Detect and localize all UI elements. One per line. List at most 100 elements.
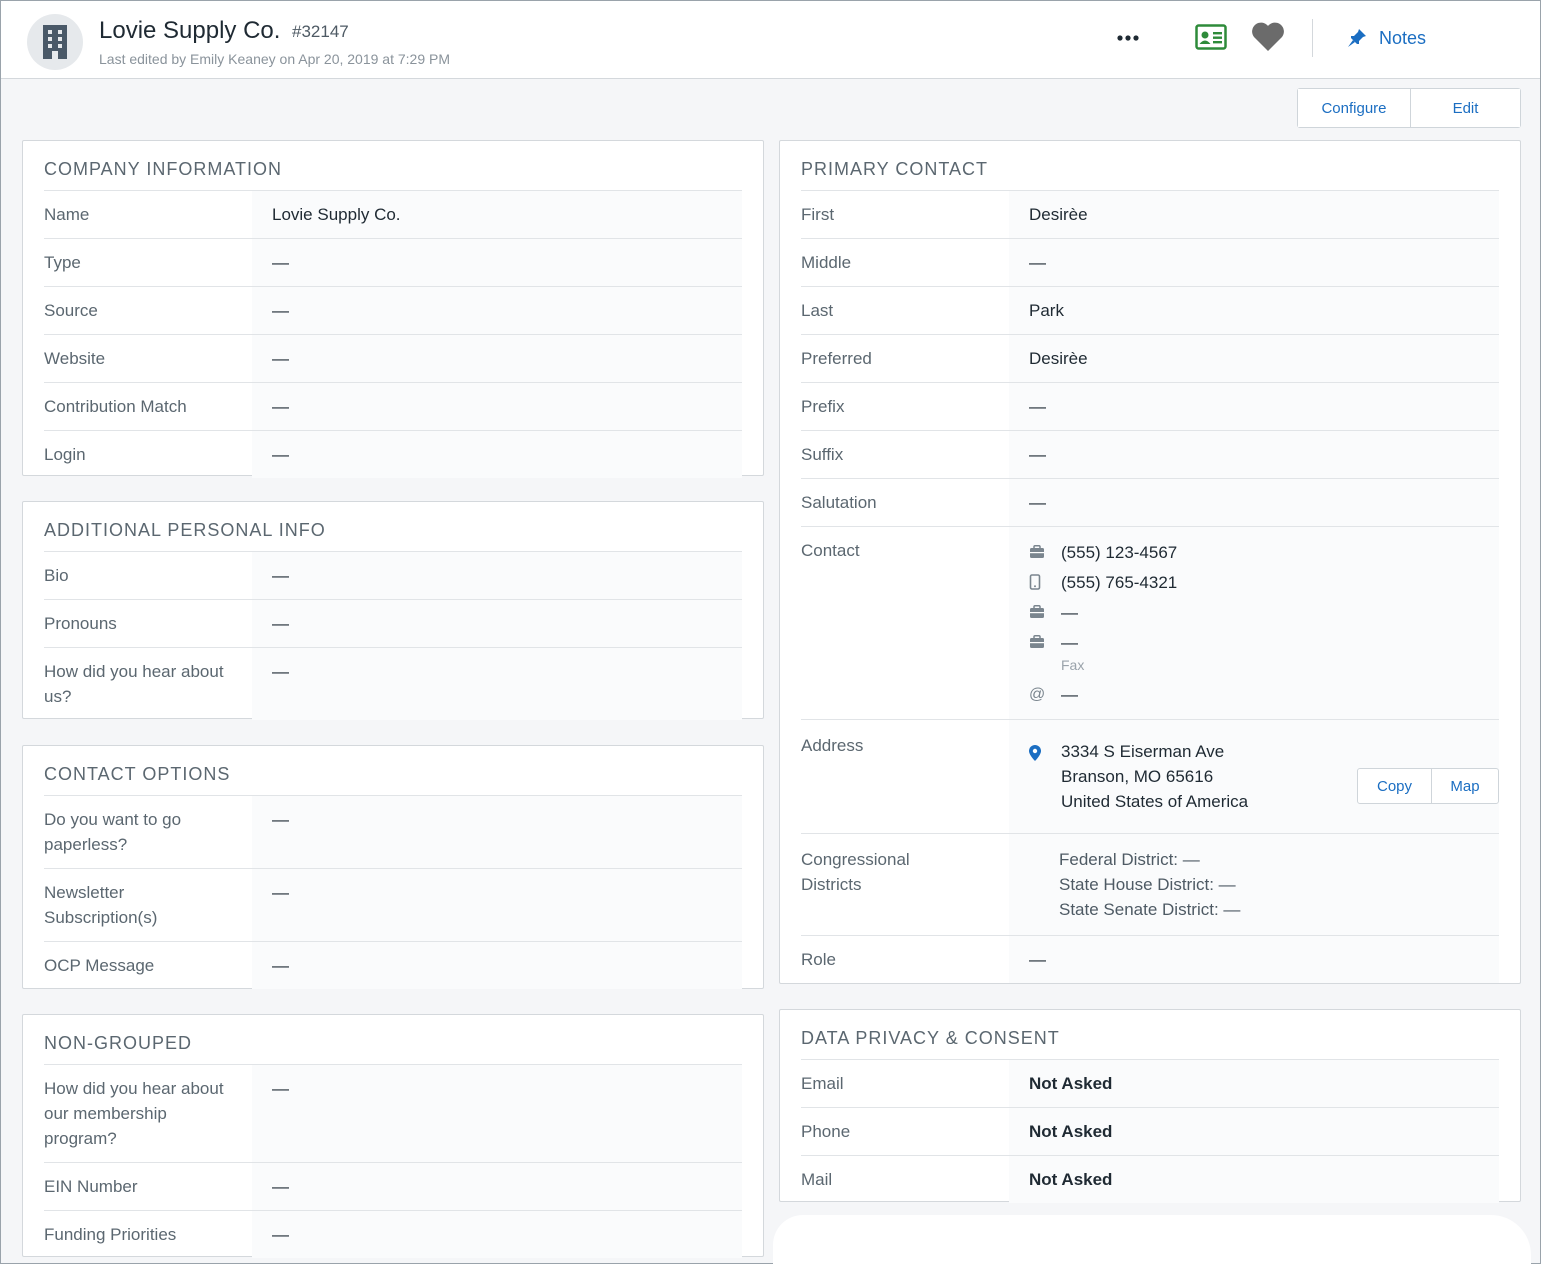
field-row-suffix: Suffix — bbox=[801, 431, 1499, 479]
panel-title: COMPANY INFORMATION bbox=[44, 141, 742, 191]
field-label: Funding Priorities bbox=[44, 1225, 177, 1244]
field-label: Newsletter Subscription(s) bbox=[44, 883, 158, 927]
field-label: Source bbox=[44, 301, 98, 320]
field-row-role: Role — bbox=[801, 936, 1499, 983]
field-row-newsletter: Newsletter Subscription(s) — bbox=[44, 869, 742, 942]
field-value: — bbox=[252, 383, 742, 430]
field-value: — bbox=[1009, 383, 1499, 430]
record-id: #32147 bbox=[292, 22, 349, 41]
contact-card-icon[interactable] bbox=[1195, 24, 1227, 50]
mobile-phone-line: (555) 765-4321 bbox=[1029, 567, 1499, 597]
heart-icon[interactable] bbox=[1251, 22, 1285, 52]
field-value: Desirèe bbox=[1009, 335, 1499, 382]
contact-methods: (555) 123-4567 (555) 765-4321 — — Fax @ bbox=[1009, 527, 1499, 719]
more-icon[interactable] bbox=[1115, 28, 1141, 48]
field-row-prefix: Prefix — bbox=[801, 383, 1499, 431]
work-phone[interactable]: (555) 123-4567 bbox=[1061, 540, 1177, 565]
field-label: Phone bbox=[801, 1122, 851, 1141]
field-label: EIN Number bbox=[44, 1177, 138, 1196]
field-row-website: Website — bbox=[44, 335, 742, 383]
field-label: Type bbox=[44, 253, 81, 272]
field-value: — bbox=[252, 600, 742, 647]
email-address: — bbox=[1061, 684, 1078, 704]
field-label: Contribution Match bbox=[44, 397, 187, 416]
field-row-name: Name Lovie Supply Co. bbox=[44, 191, 742, 239]
field-row-contact: Contact (555) 123-4567 (555) 765-4321 — … bbox=[801, 527, 1499, 720]
field-label: Prefix bbox=[801, 397, 845, 416]
contact-options-panel: CONTACT OPTIONS Do you want to go paperl… bbox=[22, 745, 764, 989]
address-actions: Copy Map bbox=[1357, 768, 1499, 804]
notes-label: Notes bbox=[1379, 27, 1427, 48]
field-label: Role bbox=[801, 950, 836, 969]
field-row-email-consent: Email Not Asked bbox=[801, 1060, 1499, 1108]
fax-number: — bbox=[1061, 632, 1078, 652]
pin-icon bbox=[1348, 29, 1366, 47]
record-header: Lovie Supply Co. #32147 Last edited by E… bbox=[1, 1, 1540, 79]
field-label: Website bbox=[44, 349, 106, 368]
other-phone: — bbox=[1061, 602, 1078, 622]
field-value: — bbox=[252, 1163, 742, 1210]
field-row-first: First Desirèe bbox=[801, 191, 1499, 239]
panel-title: NON-GROUPED bbox=[44, 1015, 742, 1065]
state-senate-district: State Senate District: — bbox=[1059, 900, 1241, 919]
copy-address-button[interactable]: Copy bbox=[1358, 769, 1431, 803]
state-house-district: State House District: — bbox=[1059, 875, 1236, 894]
field-label: Email bbox=[801, 1074, 844, 1093]
field-label: How did you hear about us? bbox=[44, 662, 224, 706]
panel-title: DATA PRIVACY & CONSENT bbox=[801, 1010, 1499, 1060]
federal-district: Federal District: — bbox=[1059, 850, 1200, 869]
field-value: Desirèe bbox=[1009, 191, 1499, 238]
field-row-type: Type — bbox=[44, 239, 742, 287]
field-label: Last bbox=[801, 301, 834, 320]
other-phone-line: — bbox=[1029, 597, 1499, 627]
field-value: — bbox=[1009, 431, 1499, 478]
last-edited-text: Last edited by Emily Keaney on Apr 20, 2… bbox=[99, 51, 450, 67]
mobile-phone[interactable]: (555) 765-4321 bbox=[1061, 570, 1177, 595]
company-avatar bbox=[27, 14, 83, 70]
field-label: Bio bbox=[44, 566, 69, 585]
briefcase-icon bbox=[1030, 605, 1044, 618]
address-line-3: United States of America bbox=[1061, 792, 1249, 811]
field-value: — bbox=[252, 942, 742, 989]
briefcase-icon bbox=[1030, 545, 1044, 558]
field-row-phone-consent: Phone Not Asked bbox=[801, 1108, 1499, 1156]
field-value: — bbox=[252, 1211, 742, 1258]
field-value: — bbox=[252, 335, 742, 382]
field-label: First bbox=[801, 205, 835, 224]
field-row-address: Address 3334 S Eiserman Ave Branson, MO … bbox=[801, 720, 1499, 834]
mobile-phone-icon bbox=[1029, 574, 1041, 590]
field-value: — bbox=[252, 287, 742, 334]
panel-title: ADDITIONAL PERSONAL INFO bbox=[44, 502, 742, 552]
notes-button[interactable]: Notes bbox=[1347, 23, 1426, 53]
field-value: — bbox=[252, 239, 742, 286]
field-label: Mail bbox=[801, 1170, 833, 1189]
field-row-ein-number: EIN Number — bbox=[44, 1163, 742, 1211]
configure-button[interactable]: Configure bbox=[1298, 89, 1410, 127]
company-information-panel: COMPANY INFORMATION Name Lovie Supply Co.… bbox=[22, 140, 764, 478]
map-address-button[interactable]: Map bbox=[1431, 769, 1498, 803]
field-label: Salutation bbox=[801, 493, 877, 512]
field-label: Middle bbox=[801, 253, 852, 272]
field-row-congressional-districts: Congressional Districts Federal District… bbox=[801, 834, 1499, 936]
field-row-paperless: Do you want to go paperless? — bbox=[44, 796, 742, 869]
field-row-how-heard: How did you hear about us? — bbox=[44, 648, 742, 720]
panel-title: PRIMARY CONTACT bbox=[801, 141, 1499, 191]
field-label: Do you want to go paperless? bbox=[44, 810, 182, 854]
address-line-1: 3334 S Eiserman Ave bbox=[1061, 742, 1225, 761]
field-row-funding-priorities: Funding Priorities — bbox=[44, 1211, 742, 1258]
redacted-area bbox=[773, 1215, 1531, 1264]
field-label: Pronouns bbox=[44, 614, 117, 633]
address-block: 3334 S Eiserman Ave Branson, MO 65616 Un… bbox=[1009, 720, 1499, 833]
field-label: Login bbox=[44, 445, 86, 464]
field-row-membership-source: How did you hear about our membership pr… bbox=[44, 1065, 742, 1163]
field-value: — bbox=[252, 869, 742, 941]
field-value: — bbox=[252, 796, 742, 868]
map-pin-icon bbox=[1029, 745, 1041, 761]
edit-button[interactable]: Edit bbox=[1410, 89, 1520, 127]
field-row-source: Source — bbox=[44, 287, 742, 335]
address-line-2: Branson, MO 65616 bbox=[1061, 767, 1214, 786]
field-value: Not Asked bbox=[1009, 1156, 1499, 1203]
data-privacy-panel: DATA PRIVACY & CONSENT Email Not Asked Ph… bbox=[779, 1009, 1521, 1203]
field-row-preferred: Preferred Desirèe bbox=[801, 335, 1499, 383]
field-value: — bbox=[252, 552, 742, 599]
